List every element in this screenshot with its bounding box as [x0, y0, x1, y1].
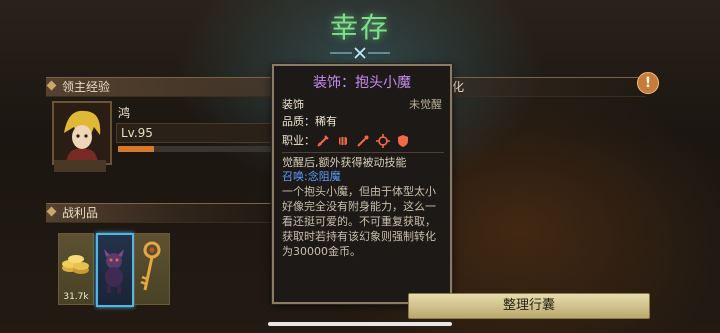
gold-coins-icon — [62, 255, 89, 274]
tooltip-type: 装饰 — [282, 98, 304, 111]
hero-portrait-icon — [54, 103, 110, 163]
tooltip-job-label: 职业： — [282, 134, 315, 147]
exclamation-icon[interactable]: ! — [637, 72, 659, 94]
loot-item-gold[interactable]: 31.7k — [58, 233, 94, 305]
imp-figure-icon — [104, 249, 124, 293]
shield-icon — [398, 135, 408, 147]
lord-section-label: 领主经验 — [62, 80, 111, 94]
home-indicator[interactable] — [268, 322, 452, 326]
xp-bar-fill — [118, 146, 154, 152]
avatar-footer — [54, 160, 106, 172]
tooltip-title: 装饰：抱头小魔 — [313, 75, 411, 91]
tooltip-divider — [282, 152, 444, 153]
sword-icon — [317, 135, 329, 147]
tooltip-skill: 召唤:念阻魔 — [282, 170, 341, 183]
tooltip-description: 一个抱头小魔，但由于体型太小好像完全没有附身能力，这么一看还挺可爱的。不可重复获… — [282, 185, 436, 258]
loot-section-label: 战利品 — [62, 206, 99, 220]
title-ornament-icon — [330, 47, 390, 59]
item-tooltip: 装饰：抱头小魔 装饰 未觉醒 品质：稀有 职业： 觉醒后,额外获得被动技能 召唤… — [272, 64, 452, 304]
avatar[interactable] — [52, 101, 112, 165]
tooltip-quality: 品质：稀有 — [282, 115, 337, 128]
wand-icon — [357, 135, 369, 147]
fist-icon — [339, 137, 347, 145]
ornate-key-icon — [140, 241, 161, 291]
player-name: 鸿 — [118, 106, 131, 120]
loot-item-imp[interactable] — [96, 233, 134, 307]
loot-count: 31.7k — [63, 292, 89, 302]
level-box: Lv.95 — [116, 123, 278, 143]
sort-bag-button[interactable]: 整理行囊 — [408, 293, 650, 319]
xp-bar — [118, 146, 273, 152]
crosshair-icon — [376, 134, 390, 148]
level-text: Lv.95 — [121, 126, 153, 140]
result-title: 幸存 — [329, 11, 390, 44]
loot-item-key[interactable] — [134, 233, 170, 305]
tooltip-awaken-status: 未觉醒 — [409, 98, 442, 111]
